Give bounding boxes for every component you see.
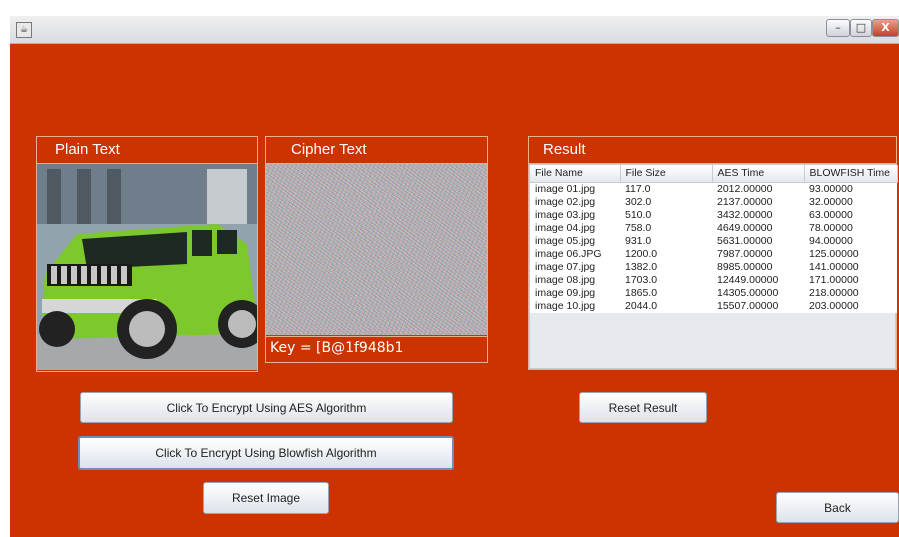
- encrypt-blowfish-button[interactable]: Click To Encrypt Using Blowfish Algorith…: [78, 436, 454, 470]
- table-row[interactable]: image 06.JPG 1200.0 7987.00000 125.00000: [530, 247, 897, 261]
- minimize-button[interactable]: –: [826, 19, 850, 37]
- table-row[interactable]: image 09.jpg 1865.0 14305.00000 218.00000: [530, 286, 897, 300]
- plain-text-title: Plain Text: [55, 141, 120, 158]
- cell: image 08.jpg: [530, 273, 620, 287]
- key-label: Key = [B@1f948b1: [270, 340, 404, 356]
- cell: image 07.jpg: [530, 260, 620, 274]
- cell: 3432.00000: [712, 208, 804, 222]
- result-table-container[interactable]: File Name File Size AES Time BLOWFISH Ti…: [529, 164, 898, 369]
- cell: image 05.jpg: [530, 234, 620, 248]
- cell: 203.00000: [804, 299, 897, 313]
- table-row[interactable]: image 07.jpg 1382.0 8985.00000 141.00000: [530, 260, 897, 274]
- cell: 63.00000: [804, 208, 897, 222]
- plain-image: [37, 164, 257, 370]
- cell: 1382.0: [620, 260, 712, 274]
- cell: image 06.JPG: [530, 247, 620, 261]
- column-header-aes-time[interactable]: AES Time: [712, 165, 805, 183]
- table-row[interactable]: image 05.jpg 931.0 5631.00000 94.00000: [530, 234, 897, 248]
- cell: 2137.00000: [712, 195, 804, 209]
- result-table: File Name File Size AES Time BLOWFISH Ti…: [530, 165, 898, 313]
- column-header-file-size[interactable]: File Size: [620, 165, 713, 183]
- table-row[interactable]: image 02.jpg 302.0 2137.00000 32.00000: [530, 195, 897, 209]
- cell: 218.00000: [804, 286, 897, 300]
- cipher-image: [266, 164, 487, 335]
- table-row[interactable]: image 10.jpg 2044.0 15507.00000 203.00000: [530, 299, 897, 313]
- java-app-icon: ☕: [16, 22, 32, 38]
- cell: 2044.0: [620, 299, 712, 313]
- reset-image-button[interactable]: Reset Image: [203, 482, 329, 514]
- cell: 1865.0: [620, 286, 712, 300]
- cell: 15507.00000: [712, 299, 804, 313]
- cell: 758.0: [620, 221, 712, 235]
- cell: 32.00000: [804, 195, 897, 209]
- cell: image 02.jpg: [530, 195, 620, 209]
- table-row[interactable]: image 03.jpg 510.0 3432.00000 63.00000: [530, 208, 897, 222]
- table-header-row: File Name File Size AES Time BLOWFISH Ti…: [530, 165, 898, 183]
- cell: image 01.jpg: [530, 182, 620, 196]
- cell: 931.0: [620, 234, 712, 248]
- result-title: Result: [543, 141, 586, 158]
- cell: image 04.jpg: [530, 221, 620, 235]
- cell: 1703.0: [620, 273, 712, 287]
- cell: image 10.jpg: [530, 299, 620, 313]
- cell: image 09.jpg: [530, 286, 620, 300]
- cell: 117.0: [620, 182, 712, 196]
- cell: 141.00000: [804, 260, 897, 274]
- cell: 5631.00000: [712, 234, 804, 248]
- cipher-text-title: Cipher Text: [291, 141, 367, 158]
- maximize-button[interactable]: □: [850, 19, 872, 37]
- cell: 12449.00000: [712, 273, 804, 287]
- title-bar: ☕ – □ X: [10, 16, 899, 44]
- column-header-file-name[interactable]: File Name: [530, 165, 621, 183]
- car-picture: [37, 164, 257, 370]
- close-button[interactable]: X: [872, 19, 899, 37]
- cell: 7987.00000: [712, 247, 804, 261]
- encrypt-aes-button[interactable]: Click To Encrypt Using AES Algorithm: [80, 392, 453, 423]
- cell: 4649.00000: [712, 221, 804, 235]
- cell: 78.00000: [804, 221, 897, 235]
- table-row[interactable]: image 01.jpg 117.0 2012.00000 93.00000: [530, 182, 897, 196]
- table-row[interactable]: image 08.jpg 1703.0 12449.00000 171.00000: [530, 273, 897, 287]
- back-button[interactable]: Back: [776, 492, 899, 523]
- cell: image 03.jpg: [530, 208, 620, 222]
- cell: 94.00000: [804, 234, 897, 248]
- cell: 302.0: [620, 195, 712, 209]
- column-header-blowfish-time[interactable]: BLOWFISH Time: [804, 165, 898, 183]
- reset-result-button[interactable]: Reset Result: [579, 392, 707, 423]
- cell: 510.0: [620, 208, 712, 222]
- cell: 171.00000: [804, 273, 897, 287]
- cell: 1200.0: [620, 247, 712, 261]
- desktop-strip: [0, 0, 899, 16]
- cell: 14305.00000: [712, 286, 804, 300]
- cell: 2012.00000: [712, 182, 804, 196]
- cell: 125.00000: [804, 247, 897, 261]
- cell: 93.00000: [804, 182, 897, 196]
- cell: 8985.00000: [712, 260, 804, 274]
- table-row[interactable]: image 04.jpg 758.0 4649.00000 78.00000: [530, 221, 897, 235]
